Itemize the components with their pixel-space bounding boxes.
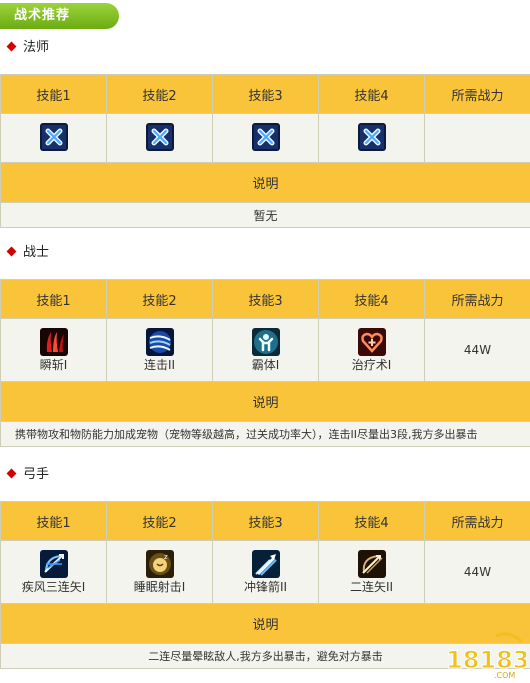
table-header-row: 技能1 技能2 技能3 技能4 所需战力 xyxy=(1,280,530,319)
watermark-text: 18183 xyxy=(446,646,526,674)
section-title-text: 法师 xyxy=(23,40,49,55)
skill-name: 疾风三连矢I xyxy=(1,580,106,594)
header-skill2: 技能2 xyxy=(107,75,213,114)
section-title-text: 弓手 xyxy=(23,467,49,482)
header-skill1: 技能1 xyxy=(1,75,107,114)
red-diamond-icon xyxy=(7,42,17,52)
tactics-tab[interactable]: 战术推荐 xyxy=(0,3,119,29)
blank-x-icon[interactable] xyxy=(40,123,68,151)
section-title-mage: 法师 xyxy=(8,38,49,58)
section-title-warrior: 战士 xyxy=(8,243,49,263)
double-arrow-icon[interactable] xyxy=(358,550,386,578)
skill-cell: 瞬斩I xyxy=(1,319,107,382)
svg-text:z: z xyxy=(164,553,168,561)
skill-cell: 连击II xyxy=(107,319,213,382)
blank-x-icon[interactable] xyxy=(146,123,174,151)
skill-row: 疾风三连矢I z 睡眠射击I 冲锋箭II 二连矢II 44W xyxy=(1,541,530,604)
red-diamond-icon xyxy=(7,469,17,479)
header-power: 所需战力 xyxy=(425,75,530,114)
table-header-row: 技能1 技能2 技能3 技能4 所需战力 xyxy=(1,502,530,541)
skill-cell: z 睡眠射击I xyxy=(107,541,213,604)
header-power: 所需战力 xyxy=(425,280,530,319)
skill-table-warrior: 技能1 技能2 技能3 技能4 所需战力 瞬斩I 连击II 霸体I xyxy=(0,279,530,447)
header-skill4: 技能4 xyxy=(319,502,425,541)
skill-cell xyxy=(213,114,319,163)
header-skill2: 技能2 xyxy=(107,502,213,541)
power-cell: 44W xyxy=(425,541,530,604)
section-title-text: 战士 xyxy=(23,245,49,260)
power-cell: 44W xyxy=(425,319,530,382)
skill-name: 治疗术I xyxy=(319,358,424,372)
header-skill3: 技能3 xyxy=(213,280,319,319)
section-title-archer: 弓手 xyxy=(8,465,49,485)
skill-cell: 冲锋箭II xyxy=(213,541,319,604)
site-watermark-logo: 18183 .COM xyxy=(444,632,526,680)
skill-cell xyxy=(319,114,425,163)
skill-cell: 治疗术I xyxy=(319,319,425,382)
header-skill1: 技能1 xyxy=(1,502,107,541)
skill-name: 冲锋箭II xyxy=(213,580,318,594)
skill-table-mage: 技能1 技能2 技能3 技能4 所需战力 说明 xyxy=(0,74,530,228)
skill-cell: 霸体I xyxy=(213,319,319,382)
skill-cell: 二连矢II xyxy=(319,541,425,604)
explain-header-row: 说明 xyxy=(1,382,530,422)
blank-x-icon[interactable] xyxy=(358,123,386,151)
header-power: 所需战力 xyxy=(425,502,530,541)
rush-arrow-icon[interactable] xyxy=(252,550,280,578)
red-diamond-icon xyxy=(7,247,17,257)
skill-row: 瞬斩I 连击II 霸体I 治疗术I 44W xyxy=(1,319,530,382)
skill-cell xyxy=(1,114,107,163)
header-skill3: 技能3 xyxy=(213,502,319,541)
table-header-row: 技能1 技能2 技能3 技能4 所需战力 xyxy=(1,75,530,114)
header-skill2: 技能2 xyxy=(107,280,213,319)
wind-arrow-icon[interactable] xyxy=(40,550,68,578)
header-skill3: 技能3 xyxy=(213,75,319,114)
skill-name: 瞬斩I xyxy=(1,358,106,372)
tyrant-body-icon[interactable] xyxy=(252,328,280,356)
skill-name: 霸体I xyxy=(213,358,318,372)
skill-name: 睡眠射击I xyxy=(107,580,212,594)
explain-header: 说明 xyxy=(1,382,530,422)
skill-cell: 疾风三连矢I xyxy=(1,541,107,604)
skill-name: 二连矢II xyxy=(319,580,424,594)
explain-header-row: 说明 xyxy=(1,163,530,203)
note-text: 携带物攻和物防能力加成宠物（宠物等级越高，过关成功率大），连击II尽量出3段,我… xyxy=(1,422,530,447)
note-row: 暂无 xyxy=(1,203,530,228)
explain-header: 说明 xyxy=(1,163,530,203)
sleep-shot-icon[interactable]: z xyxy=(146,550,174,578)
power-cell xyxy=(425,114,530,163)
heal-heart-icon[interactable] xyxy=(358,328,386,356)
header-skill1: 技能1 xyxy=(1,280,107,319)
skill-row xyxy=(1,114,530,163)
note-text: 暂无 xyxy=(1,203,530,228)
header-skill4: 技能4 xyxy=(319,75,425,114)
blank-x-icon[interactable] xyxy=(252,123,280,151)
skill-cell xyxy=(107,114,213,163)
note-row: 携带物攻和物防能力加成宠物（宠物等级越高，过关成功率大），连击II尽量出3段,我… xyxy=(1,422,530,447)
combo-strike-icon[interactable] xyxy=(146,328,174,356)
slash-icon[interactable] xyxy=(40,328,68,356)
watermark-sub: .COM xyxy=(494,671,515,680)
skill-name: 连击II xyxy=(107,358,212,372)
header-skill4: 技能4 xyxy=(319,280,425,319)
